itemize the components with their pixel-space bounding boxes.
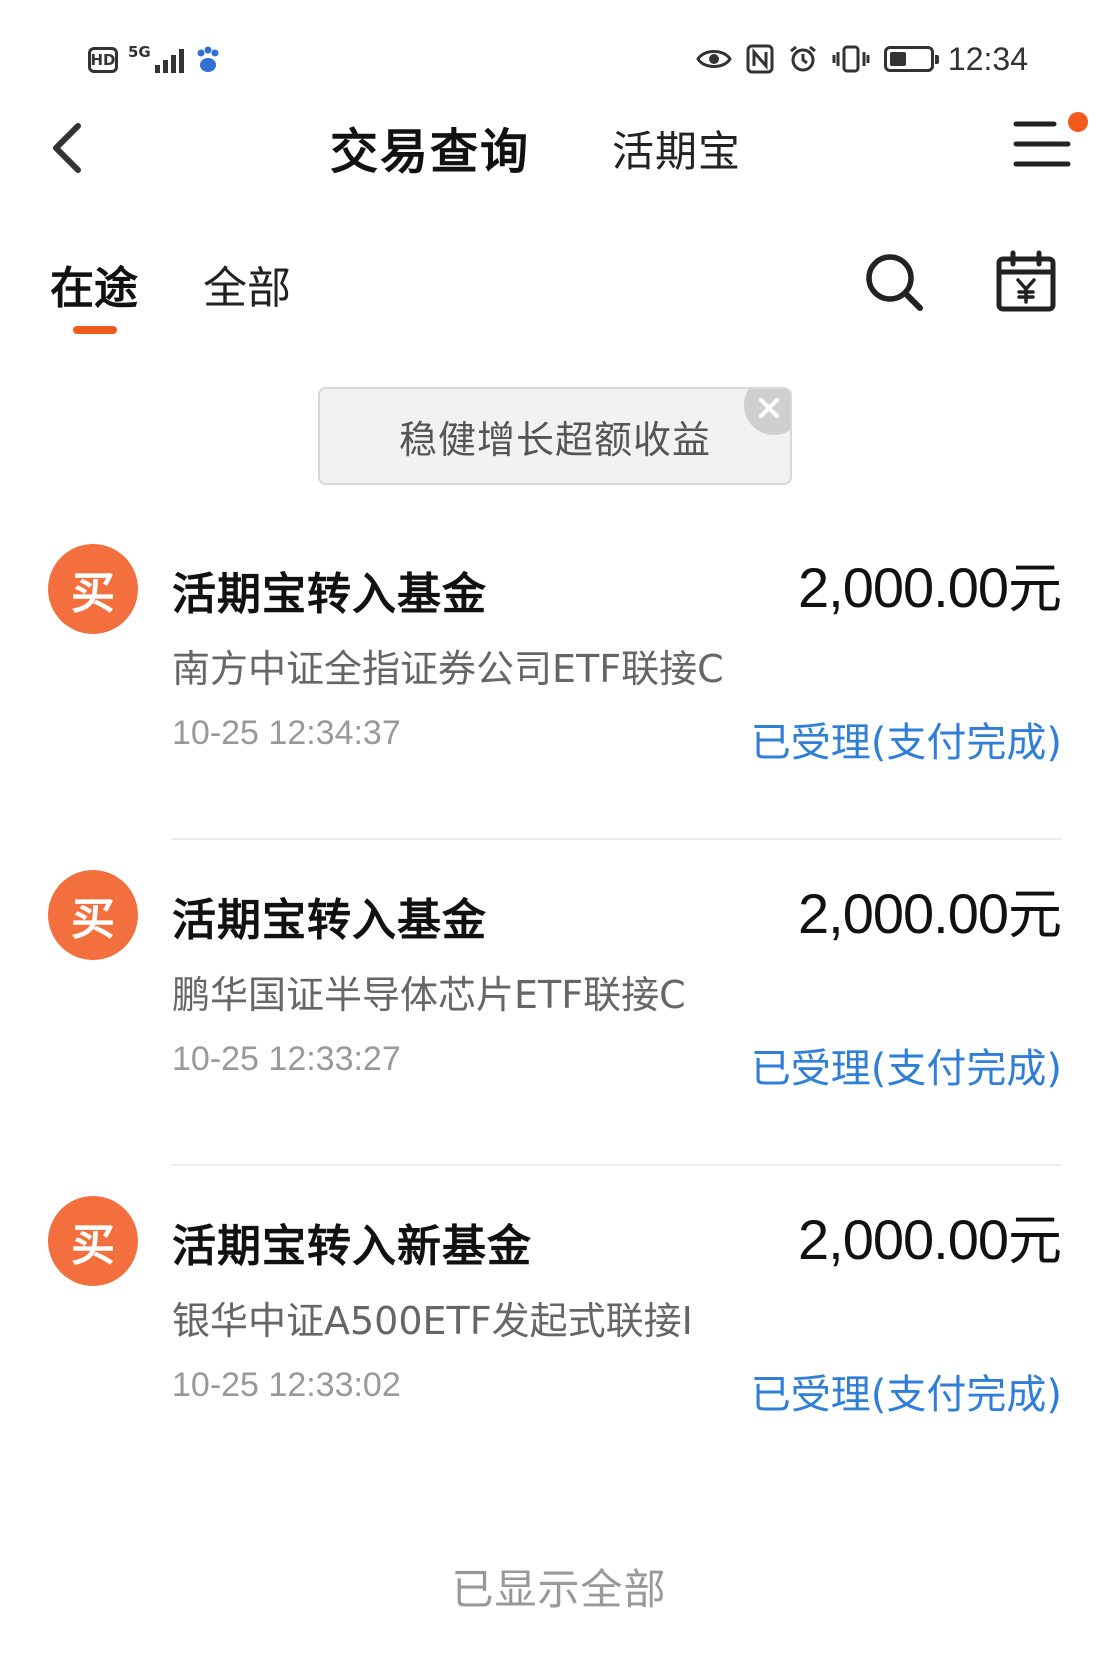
transaction-time: 10-25 12:33:27 bbox=[172, 1040, 401, 1078]
transaction-title: 活期宝转入基金 bbox=[172, 895, 487, 946]
search-icon bbox=[866, 254, 923, 311]
vibrate-icon bbox=[832, 45, 870, 73]
page-title: 交易查询 bbox=[330, 124, 531, 180]
status-left-group: HD 5G bbox=[88, 40, 222, 80]
transaction-title: 活期宝转入新基金 bbox=[172, 1221, 532, 1272]
fund-name: 鹏华国证半导体芯片ETF联接C bbox=[172, 973, 686, 1017]
transaction-amount: 2,000.00元 bbox=[798, 544, 1062, 623]
signal-icon bbox=[154, 47, 184, 73]
transaction-time: 10-25 12:33:02 bbox=[172, 1366, 401, 1404]
battery-icon bbox=[883, 46, 939, 72]
network-label: 5G bbox=[128, 43, 151, 61]
transaction-time: 10-25 12:34:37 bbox=[172, 714, 401, 752]
promo-banner[interactable]: 稳健增长超额收益 bbox=[318, 387, 792, 485]
promo-text: 稳健增长超额收益 bbox=[398, 417, 711, 462]
amount-value: 2,000.00 bbox=[798, 882, 1009, 945]
paw-icon bbox=[197, 46, 219, 72]
nfc-icon bbox=[746, 44, 774, 74]
status-bar: HD 5G 12:34 bbox=[0, 0, 1118, 110]
back-button[interactable] bbox=[44, 118, 94, 178]
promo-close-button[interactable] bbox=[744, 389, 790, 435]
amount-unit: 元 bbox=[1008, 883, 1062, 946]
end-of-list-text: 已显示全部 bbox=[451, 1565, 667, 1614]
status-right-group: 12:34 bbox=[696, 36, 1028, 82]
alarm-icon bbox=[789, 45, 816, 72]
transaction-status: 已受理(支付完成) bbox=[750, 1046, 1062, 1092]
transaction-item[interactable]: 买 活期宝转入基金 2,000.00元 鹏华国证半导体芯片ETF联接C 10-2… bbox=[0, 840, 1118, 1166]
tab-in-transit[interactable]: 在途 bbox=[50, 252, 138, 316]
calendar-yuan-icon bbox=[996, 250, 1056, 312]
chevron-left-icon bbox=[53, 123, 81, 173]
buy-icon: 买 bbox=[48, 1196, 138, 1286]
account-subtitle[interactable]: 活期宝 bbox=[612, 118, 741, 179]
close-icon bbox=[759, 398, 779, 418]
notification-dot bbox=[1068, 112, 1088, 132]
amount-unit: 元 bbox=[1008, 1209, 1062, 1272]
amount-unit: 元 bbox=[1008, 557, 1062, 620]
transaction-status: 已受理(支付完成) bbox=[750, 720, 1062, 766]
transaction-item[interactable]: 买 活期宝转入新基金 2,000.00元 银华中证A500ETF发起式联接I 1… bbox=[0, 1166, 1118, 1492]
buy-icon: 买 bbox=[48, 870, 138, 960]
eye-icon bbox=[696, 50, 732, 68]
amount-value: 2,000.00 bbox=[798, 1208, 1009, 1271]
buy-icon: 买 bbox=[48, 544, 138, 634]
active-tab-indicator bbox=[73, 326, 117, 334]
tab-all[interactable]: 全部 bbox=[203, 252, 291, 316]
transaction-item[interactable]: 买 活期宝转入基金 2,000.00元 南方中证全指证券公司ETF联接C 10-… bbox=[0, 514, 1118, 840]
transaction-status: 已受理(支付完成) bbox=[750, 1372, 1062, 1418]
transaction-amount: 2,000.00元 bbox=[798, 870, 1062, 949]
transaction-amount: 2,000.00元 bbox=[798, 1196, 1062, 1275]
fund-name: 银华中证A500ETF发起式联接I bbox=[172, 1299, 693, 1343]
calendar-filter-button[interactable] bbox=[994, 250, 1058, 314]
search-button[interactable] bbox=[862, 250, 926, 314]
hd-badge: HD bbox=[88, 47, 118, 73]
amount-value: 2,000.00 bbox=[798, 556, 1009, 619]
transaction-title: 活期宝转入基金 bbox=[172, 569, 487, 620]
fund-name: 南方中证全指证券公司ETF联接C bbox=[172, 647, 724, 691]
status-time: 12:34 bbox=[947, 40, 1028, 77]
